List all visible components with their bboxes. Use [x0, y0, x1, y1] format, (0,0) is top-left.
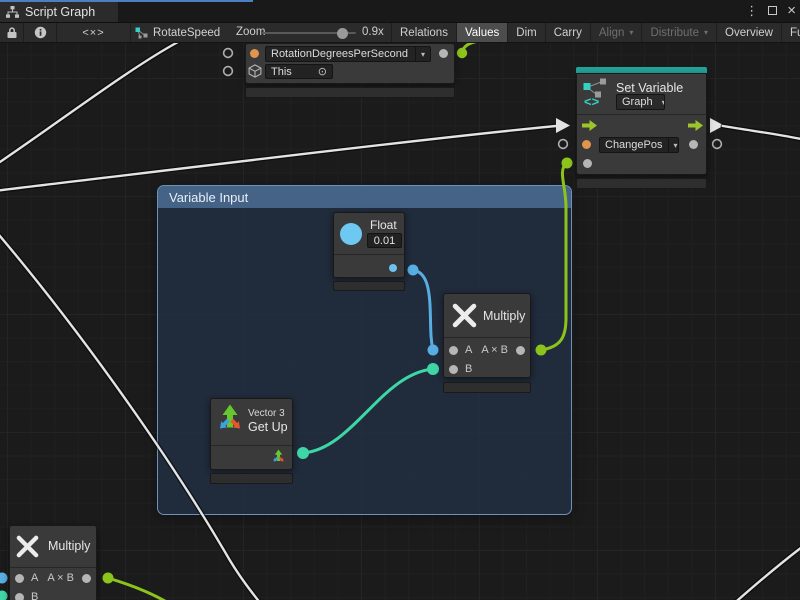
graph-toolbar: <×> RotateSpeed Zoom 0.9x Relations Valu… [0, 22, 800, 43]
relations-button[interactable]: Relations [391, 23, 456, 42]
tab-title: Script Graph [25, 5, 95, 19]
object-picker-icon[interactable]: ⊙ [318, 65, 327, 78]
target-field[interactable]: This ⊙ [265, 64, 333, 79]
port-new-value[interactable] [583, 159, 592, 168]
code-preview-button[interactable]: <×> [57, 23, 131, 42]
window-controls: ⋮ × [745, 0, 796, 22]
distribute-dropdown[interactable]: Distribute▾ [641, 23, 716, 42]
code-brackets-icon: <×> [82, 27, 104, 39]
info-icon [34, 26, 47, 39]
node-float[interactable]: Float 0.01 [333, 212, 405, 278]
window-maximize-icon[interactable] [768, 0, 777, 22]
float-type-icon [340, 223, 362, 245]
port-row-b: B [449, 360, 530, 378]
dim-button[interactable]: Dim [507, 23, 544, 42]
node-title: Set Variable [616, 81, 683, 95]
port-value-in[interactable] [689, 140, 698, 149]
node-type-label: Vector 3 [248, 408, 285, 419]
port-variable-name[interactable] [250, 49, 259, 58]
port-a[interactable] [15, 574, 24, 583]
chevron-down-icon: ▾ [704, 28, 708, 37]
node-get-variable[interactable]: RotationDegreesPerSecond ▾ This ⊙ [245, 43, 455, 84]
node-set-variable-footer [576, 178, 707, 189]
lock-icon [6, 26, 18, 39]
set-variable-icon: <> [583, 77, 610, 108]
node-get-variable-footer [245, 87, 455, 98]
graph-breadcrumb[interactable]: RotateSpeed [135, 23, 220, 42]
port-a[interactable] [449, 346, 458, 355]
vector3-icon [215, 403, 245, 436]
node-set-variable[interactable]: <> Set Variable Graph ▾ ChangePos ▾ [576, 73, 707, 175]
values-button[interactable]: Values [456, 23, 507, 42]
graph-name-label: RotateSpeed [153, 27, 220, 39]
group-header[interactable]: Variable Input [158, 186, 571, 208]
port-variable-name[interactable] [582, 140, 591, 149]
node-multiply-bottom[interactable]: Multiply A A × B B [9, 525, 97, 600]
set-variable-name-dropdown[interactable]: ChangePos ▾ [599, 137, 679, 153]
port-b[interactable] [15, 593, 24, 600]
port-vector3-out[interactable] [271, 449, 286, 465]
zoom-slider-track[interactable] [262, 32, 356, 34]
node-float-footer [333, 281, 405, 291]
cube-icon [248, 64, 262, 78]
zoom-slider-handle[interactable] [337, 28, 348, 39]
window-menu-icon[interactable]: ⋮ [745, 0, 758, 22]
graph-asset-icon [135, 27, 148, 39]
unity-visual-scripting-window: Script Graph ⋮ × <×> RotateSpeed [0, 0, 800, 600]
group-title: Variable Input [169, 190, 248, 205]
node-multiply-group[interactable]: Multiply A A × B B [443, 293, 531, 378]
port-result[interactable] [516, 346, 525, 355]
zoom-label: Zoom [236, 26, 265, 38]
node-title: Multiply [48, 539, 90, 553]
port-value-out[interactable] [439, 49, 448, 58]
info-button[interactable] [24, 23, 57, 42]
port-row-b: B [15, 588, 96, 600]
window-close-icon[interactable]: × [787, 0, 796, 22]
tab-script-graph[interactable]: Script Graph [0, 2, 118, 22]
overview-button[interactable]: Overview [716, 23, 781, 42]
node-title: Multiply [483, 309, 525, 323]
fullscreen-button[interactable]: Full Screen [781, 23, 800, 42]
port-row-a: A A × B [449, 341, 530, 359]
flow-in-port[interactable] [582, 120, 597, 131]
svg-text:<>: <> [584, 94, 600, 108]
node-vector3-footer [210, 473, 293, 484]
chevron-down-icon: ▾ [668, 138, 680, 152]
chevron-down-icon: ▾ [629, 28, 633, 37]
node-title: Float [370, 218, 397, 232]
port-result[interactable] [82, 574, 91, 583]
carry-button[interactable]: Carry [545, 23, 590, 42]
node-vector3-get-up[interactable]: Vector 3 Get Up [210, 398, 293, 470]
script-graph-icon [6, 6, 19, 18]
multiply-icon [452, 303, 477, 328]
variable-scope-dropdown[interactable]: Graph ▾ [616, 94, 665, 110]
port-row-a: A A × B [15, 569, 96, 587]
node-title: Get Up [248, 420, 288, 434]
variable-name-dropdown[interactable]: RotationDegreesPerSecond ▾ [265, 46, 431, 62]
chevron-down-icon: ▾ [658, 95, 665, 109]
lock-button[interactable] [0, 23, 24, 42]
port-float-out[interactable] [389, 264, 397, 272]
align-dropdown[interactable]: Align▾ [590, 23, 642, 42]
port-b[interactable] [449, 365, 458, 374]
chevron-down-icon: ▾ [415, 47, 430, 61]
toolbar-buttons: Relations Values Dim Carry Align▾ Distri… [391, 23, 800, 42]
node-multiply-group-footer [443, 382, 531, 393]
zoom-value: 0.9x [362, 26, 384, 38]
tab-bar: Script Graph ⋮ × [0, 0, 800, 22]
flow-out-port[interactable] [688, 120, 703, 131]
multiply-icon [16, 535, 39, 558]
float-value-input[interactable]: 0.01 [367, 233, 402, 248]
